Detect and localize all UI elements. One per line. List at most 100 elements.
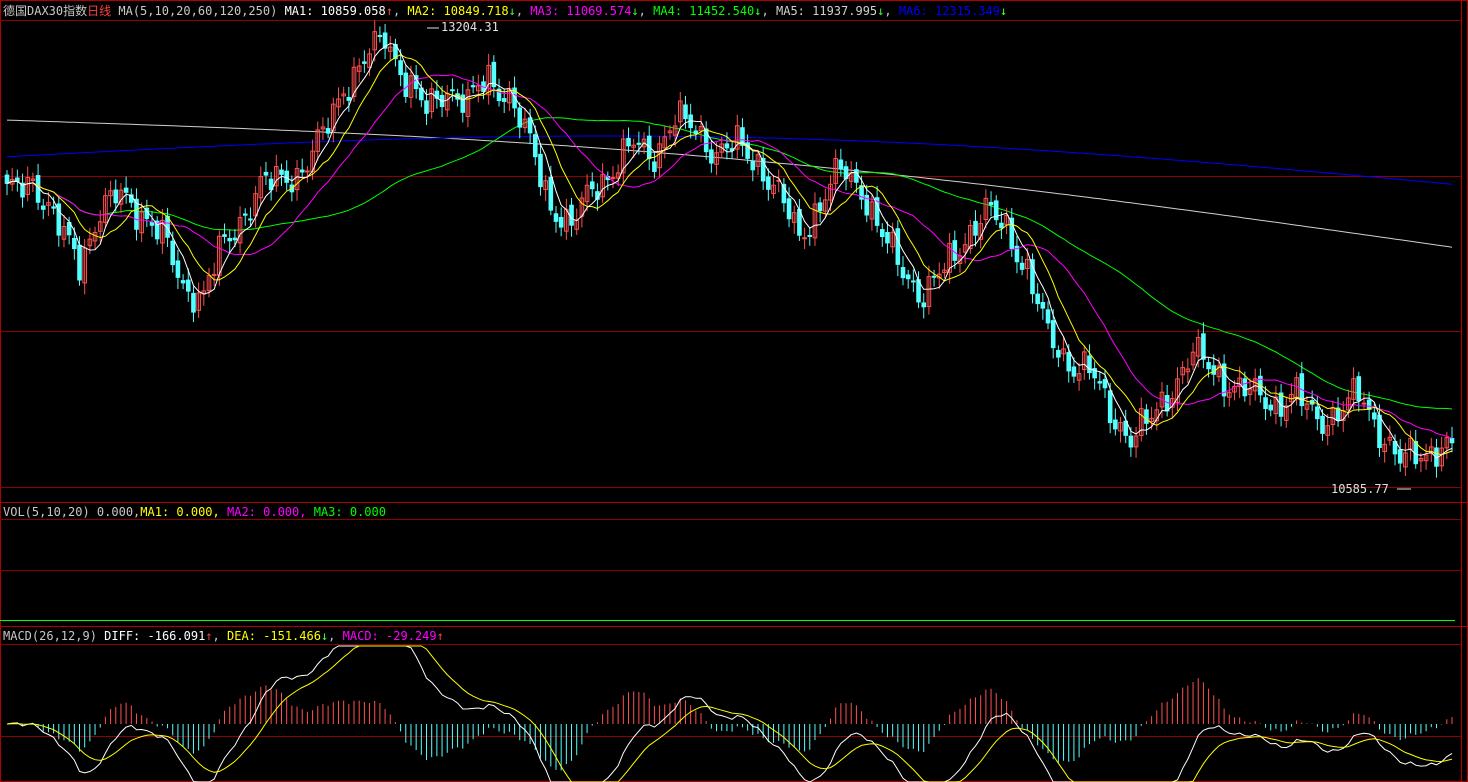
candle-body <box>222 234 227 237</box>
annotations: 13204.31 10585.77 <box>427 20 1411 496</box>
candle-body <box>1201 333 1206 360</box>
candle-body <box>693 130 699 135</box>
candle-body <box>1040 302 1046 309</box>
candle-body <box>470 85 476 88</box>
candle-body <box>185 279 191 292</box>
candle-body <box>113 189 119 204</box>
candle-body <box>911 280 916 283</box>
candle-body <box>1097 381 1103 384</box>
candle-body <box>123 187 129 193</box>
candle-body <box>1315 406 1320 420</box>
candle-body <box>885 231 890 244</box>
candle-body <box>1361 402 1367 405</box>
candle-body <box>1242 378 1248 397</box>
candle-body <box>1050 320 1056 349</box>
candle-body <box>180 280 186 284</box>
candle-body <box>501 98 507 102</box>
candle-body <box>1263 397 1268 410</box>
ma-lines-short <box>6 42 1453 459</box>
candle-body <box>905 274 911 280</box>
candle-body <box>1320 415 1325 434</box>
candle-body <box>232 237 238 241</box>
candle-body <box>558 216 564 228</box>
candle-body <box>377 34 383 38</box>
candle-body <box>299 169 305 173</box>
candle-body <box>921 302 927 308</box>
candle-body <box>1206 362 1211 370</box>
candle-body <box>4 174 10 184</box>
candle-body <box>305 170 310 173</box>
candle-body <box>248 218 253 221</box>
outer-border <box>0 0 1468 782</box>
candle-body <box>724 143 730 149</box>
candle-body <box>532 134 538 158</box>
candle-body <box>626 137 631 147</box>
candle-body <box>683 104 688 120</box>
candle-body <box>807 234 813 237</box>
candle-body <box>750 160 756 171</box>
candle-body <box>973 220 978 236</box>
candle-body <box>895 228 901 265</box>
high-price-label: 13204.31 <box>441 20 499 34</box>
candle-body <box>1113 419 1118 430</box>
macd-lines <box>6 645 1453 782</box>
candle-body <box>988 201 994 206</box>
candle-body <box>346 96 352 101</box>
ma2-line <box>6 54 1453 456</box>
candle-body <box>952 240 958 261</box>
candle-body <box>802 237 807 240</box>
candle-body <box>1045 309 1051 324</box>
candle-body <box>589 181 595 190</box>
candle-body <box>1087 355 1092 374</box>
candle-body <box>279 169 284 175</box>
candle-body <box>263 171 269 176</box>
candle-body <box>548 176 554 211</box>
candle-body <box>879 229 885 238</box>
candle-body <box>362 61 367 64</box>
candle-body <box>854 169 859 183</box>
candle-body <box>40 205 46 210</box>
candle-body <box>424 100 429 114</box>
candle-body <box>610 177 616 180</box>
candle-body <box>51 206 56 209</box>
candle-body <box>1066 352 1072 372</box>
candle-body <box>1019 262 1025 270</box>
ma1-line <box>6 42 1453 459</box>
candle-body <box>817 202 823 212</box>
candle-body <box>1449 437 1455 444</box>
candle-body <box>403 72 409 97</box>
candle-body <box>1144 409 1149 424</box>
candle-body <box>1102 379 1108 389</box>
candle-body <box>900 267 906 279</box>
candle-body <box>419 87 424 101</box>
candle-body <box>652 161 657 172</box>
candle-body <box>227 238 233 242</box>
candle-body <box>1035 293 1040 305</box>
candle-body <box>553 213 559 222</box>
candle-body <box>1221 363 1227 397</box>
candle-body <box>149 222 155 226</box>
low-price-label: 10585.77 <box>1331 482 1389 496</box>
candle-body <box>1128 435 1134 448</box>
candle-body <box>636 142 642 145</box>
macd-histogram <box>11 678 1453 771</box>
candle-body <box>72 237 77 250</box>
candle-body <box>191 292 196 313</box>
candle-body <box>999 222 1004 229</box>
candle-body <box>1397 449 1403 464</box>
candle-body <box>325 128 331 134</box>
chart-canvas[interactable]: 13204.31 10585.77 <box>0 0 1468 782</box>
candle-body <box>1377 414 1382 448</box>
candle-body <box>1030 259 1035 295</box>
ma3-line <box>6 74 1453 439</box>
candle-body <box>77 244 82 281</box>
candle-body <box>709 149 714 164</box>
candle-body <box>242 213 248 216</box>
candle-body <box>398 60 403 76</box>
candle-body <box>1268 404 1274 411</box>
candle-body <box>838 159 844 170</box>
candle-body <box>170 240 176 266</box>
candle-body <box>569 204 574 226</box>
candle-body <box>931 275 937 278</box>
candle-body <box>1056 349 1061 358</box>
